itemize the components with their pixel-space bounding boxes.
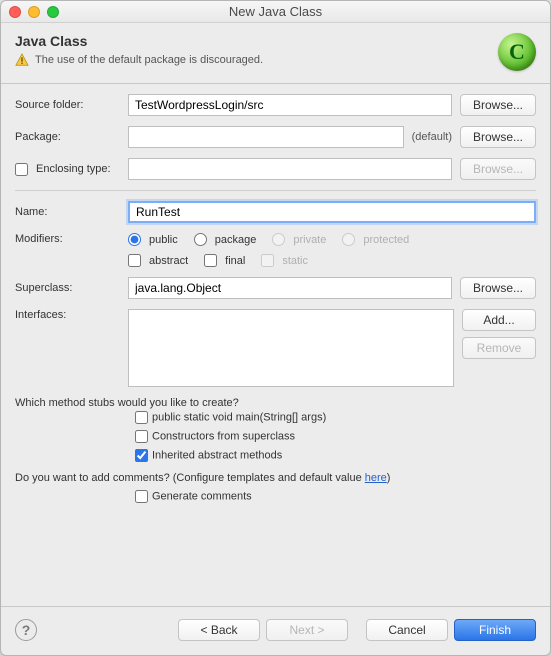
modifier-package-label: package (215, 234, 257, 246)
stub-inherited-checkbox[interactable] (135, 449, 148, 462)
package-input[interactable] (128, 126, 404, 148)
dialog-header: Java Class The use of the default packag… (1, 23, 550, 84)
stub-main-checkbox[interactable] (135, 411, 148, 424)
comments-question-prefix: Do you want to add comments? (Configure … (15, 472, 365, 484)
source-folder-input[interactable] (128, 94, 452, 116)
modifier-public-radio[interactable] (128, 233, 141, 246)
modifier-static-label: static (282, 255, 308, 267)
titlebar: New Java Class (1, 1, 550, 23)
modifier-private-label: private (293, 234, 326, 246)
separator (15, 190, 536, 191)
interfaces-label: Interfaces: (15, 309, 120, 321)
modifier-private-radio (272, 233, 285, 246)
minimize-icon[interactable] (28, 6, 40, 18)
stub-constructors-checkbox[interactable] (135, 430, 148, 443)
new-java-class-dialog: New Java Class Java Class The use of the… (0, 0, 551, 656)
modifier-final-checkbox[interactable] (204, 254, 217, 267)
stub-main-label: public static void main(String[] args) (152, 411, 326, 423)
dialog-footer: ? < Back Next > Cancel Finish (1, 606, 550, 655)
browse-package-button[interactable]: Browse... (460, 126, 536, 148)
name-input[interactable] (128, 201, 536, 223)
window-title: New Java Class (229, 4, 322, 19)
superclass-input[interactable] (128, 277, 452, 299)
window-controls (9, 6, 59, 18)
modifier-abstract-label: abstract (149, 255, 188, 267)
help-icon[interactable]: ? (15, 619, 37, 641)
close-icon[interactable] (9, 6, 21, 18)
comments-question-suffix: ) (387, 472, 391, 484)
interfaces-list[interactable] (128, 309, 454, 387)
modifiers-label: Modifiers: (15, 233, 120, 245)
dialog-body: Source folder: Browse... Package: (defau… (1, 84, 550, 606)
method-stubs-question: Which method stubs would you like to cre… (15, 397, 536, 409)
browse-enclosing-type-button: Browse... (460, 158, 536, 180)
page-title: Java Class (15, 33, 498, 49)
configure-templates-link[interactable]: here (365, 472, 387, 484)
generate-comments-label: Generate comments (152, 490, 252, 502)
modifier-static-checkbox (261, 254, 274, 267)
warning-text: The use of the default package is discou… (35, 54, 263, 66)
back-button[interactable]: < Back (178, 619, 260, 641)
cancel-button[interactable]: Cancel (366, 619, 448, 641)
modifier-final-label: final (225, 255, 245, 267)
modifier-public-label: public (149, 234, 178, 246)
comments-question: Do you want to add comments? (Configure … (15, 472, 536, 484)
modifier-package-radio[interactable] (194, 233, 207, 246)
java-class-icon: C (498, 33, 536, 71)
stub-constructors-label: Constructors from superclass (152, 430, 295, 442)
package-default-suffix: (default) (412, 131, 452, 143)
name-label: Name: (15, 206, 120, 218)
source-folder-label: Source folder: (15, 99, 120, 111)
remove-interface-button: Remove (462, 337, 536, 359)
generate-comments-checkbox[interactable] (135, 490, 148, 503)
modifier-abstract-checkbox[interactable] (128, 254, 141, 267)
maximize-icon[interactable] (47, 6, 59, 18)
finish-button[interactable]: Finish (454, 619, 536, 641)
enclosing-type-checkbox[interactable] (15, 163, 28, 176)
enclosing-type-label: Enclosing type: (36, 163, 111, 175)
superclass-label: Superclass: (15, 282, 120, 294)
stub-inherited-label: Inherited abstract methods (152, 449, 282, 461)
browse-source-folder-button[interactable]: Browse... (460, 94, 536, 116)
enclosing-type-input (128, 158, 452, 180)
next-button: Next > (266, 619, 348, 641)
modifier-protected-radio (342, 233, 355, 246)
browse-superclass-button[interactable]: Browse... (460, 277, 536, 299)
add-interface-button[interactable]: Add... (462, 309, 536, 331)
package-label: Package: (15, 131, 120, 143)
modifier-protected-label: protected (363, 234, 409, 246)
warning-icon (15, 53, 29, 67)
